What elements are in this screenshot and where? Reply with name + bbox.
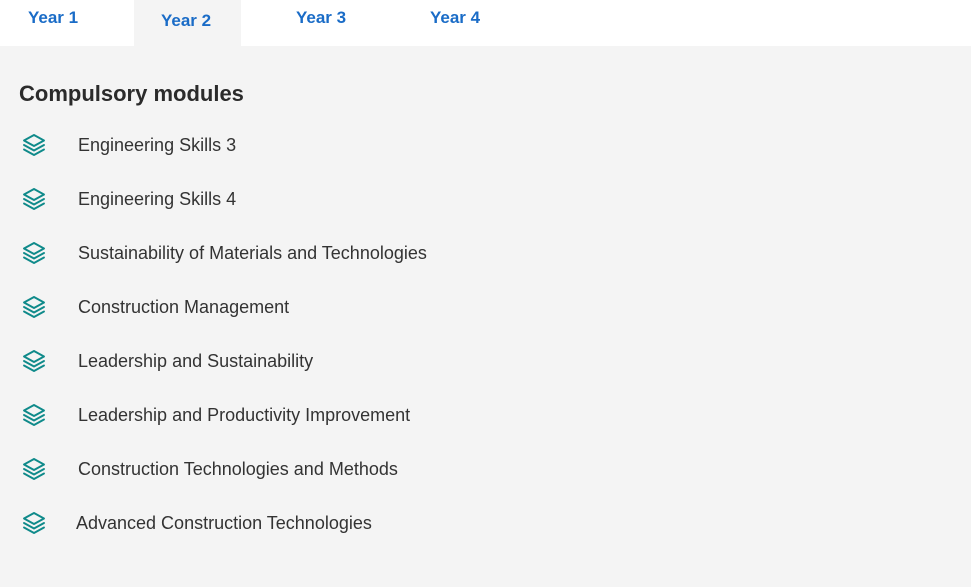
tab-panel-year-2: Compulsory modules Engineering Skills 3 … [0,46,971,587]
module-label: Advanced Construction Technologies [76,513,372,533]
tab-year-3[interactable]: Year 3 [268,0,378,46]
tab-year-3-label: Year 3 [296,8,347,27]
section-title: Compulsory modules [19,81,244,106]
module-label: Construction Management [78,297,290,317]
tab-year-1-label: Year 1 [28,8,79,27]
tab-year-2-label: Year 2 [161,11,212,30]
stack-layers-icon [23,350,45,372]
module-item[interactable]: Construction Technologies and Methods [0,454,600,486]
module-label: Construction Technologies and Methods [78,459,398,479]
module-label: Engineering Skills 4 [78,189,237,209]
module-item[interactable]: Advanced Construction Technologies [0,508,600,540]
module-item[interactable]: Engineering Skills 3 [0,130,600,162]
stack-layers-icon [23,458,45,480]
tab-year-1[interactable]: Year 1 [0,0,104,46]
module-item[interactable]: Engineering Skills 4 [0,184,600,216]
stack-layers-icon [23,404,45,426]
module-label: Sustainability of Materials and Technolo… [78,243,427,263]
module-item[interactable]: Leadership and Productivity Improvement [0,400,600,432]
module-label: Leadership and Productivity Improvement [78,405,411,425]
module-item[interactable]: Construction Management [0,292,600,324]
stack-layers-icon [23,512,45,534]
tab-year-4[interactable]: Year 4 [402,0,512,46]
tab-year-4-label: Year 4 [430,8,481,27]
tab-year-2[interactable]: Year 2 [134,0,241,46]
stack-layers-icon [23,296,45,318]
stack-layers-icon [23,134,45,156]
module-item[interactable]: Sustainability of Materials and Technolo… [0,238,600,270]
year-tabs: Year 1 Year 2 Year 3 Year 4 [0,0,971,46]
stack-layers-icon [23,242,45,264]
module-label: Leadership and Sustainability [78,351,314,371]
module-item[interactable]: Leadership and Sustainability [0,346,600,378]
stack-layers-icon [23,188,45,210]
module-label: Engineering Skills 3 [78,135,237,155]
